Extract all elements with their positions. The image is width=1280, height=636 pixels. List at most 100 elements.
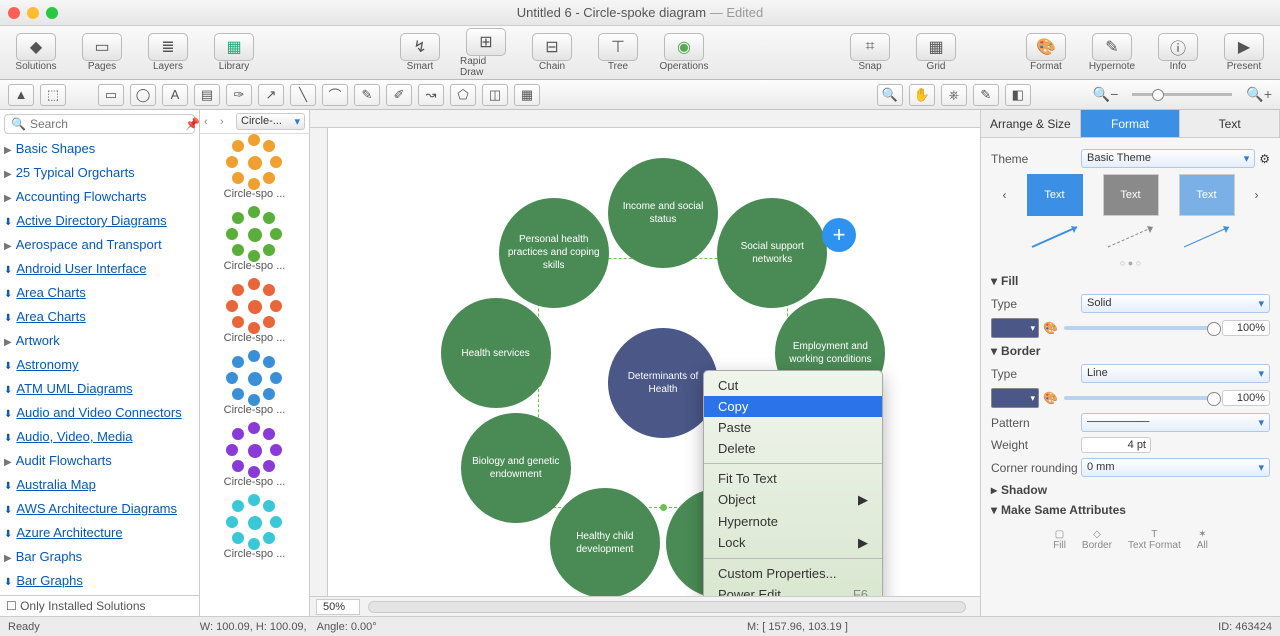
h-scrollbar[interactable] [368, 601, 966, 613]
border-color-swatch[interactable]: ▾ [991, 388, 1039, 408]
border-section[interactable]: ▾ Border [991, 344, 1270, 358]
msa-fill-button[interactable]: ▢Fill [1053, 529, 1066, 551]
library-item[interactable]: ⬇ATM UML Diagrams [4, 378, 195, 402]
connector-tool[interactable]: ↝ [418, 84, 444, 106]
library-dropdown[interactable]: Circle-...▾ [236, 113, 305, 130]
shape-thumbnail[interactable]: Circle-spo ... [204, 282, 305, 344]
fill-color-swatch[interactable]: ▾ [991, 318, 1039, 338]
arrow-tool[interactable]: ↗ [258, 84, 284, 106]
tree-button[interactable]: ⊤Tree [592, 33, 644, 72]
text-tool[interactable]: A [162, 84, 188, 106]
library-item[interactable]: ▶Aerospace and Transport [4, 234, 195, 258]
diagram-node[interactable]: Income and social status [608, 158, 718, 268]
hypernote-button[interactable]: ✎Hypernote [1086, 33, 1138, 72]
canvas[interactable]: Income and social statusSocial support n… [310, 110, 980, 616]
border-type-dropdown[interactable]: Line▾ [1081, 364, 1270, 383]
info-button[interactable]: ⓘInfo [1152, 33, 1204, 72]
diagram-node[interactable]: Social support networks [717, 198, 827, 308]
smart-button[interactable]: ↯Smart [394, 33, 446, 72]
shape-thumbnail[interactable]: Circle-spo ... [204, 210, 305, 272]
present-button[interactable]: ▶Present [1218, 33, 1270, 72]
library-item[interactable]: ▶Audit Flowcharts [4, 450, 195, 474]
shadow-section[interactable]: ▸ Shadow [991, 483, 1270, 497]
menu-lock[interactable]: Lock▶ [704, 532, 882, 554]
shape-thumbnail[interactable]: Circle-spo ... [204, 498, 305, 560]
diagram-center-node[interactable]: Determinants of Health [608, 328, 718, 438]
diagram-node[interactable]: Personal health practices and coping ski… [499, 198, 609, 308]
tab-format[interactable]: Format [1081, 110, 1181, 137]
library-item[interactable]: ⬇Australia Map [4, 474, 195, 498]
library-item[interactable]: ⬇Audio and Video Connectors [4, 402, 195, 426]
library-item[interactable]: ▶Bar Graphs [4, 546, 195, 570]
search-input[interactable] [30, 117, 185, 131]
prev-style-icon[interactable]: ‹ [1003, 188, 1007, 202]
crop-tool[interactable]: ◫ [482, 84, 508, 106]
menu-delete[interactable]: Delete [704, 438, 882, 459]
pattern-dropdown[interactable]: ────────▾ [1081, 413, 1270, 432]
shape-thumbnail[interactable]: Circle-spo ... [204, 426, 305, 488]
library-item[interactable]: ▶Artwork [4, 330, 195, 354]
menu-copy[interactable]: Copy [704, 396, 882, 417]
border-opacity-slider[interactable] [1064, 396, 1216, 400]
eraser-tool[interactable]: ◧ [1005, 84, 1031, 106]
prev-library-button[interactable]: ‹ [204, 116, 220, 128]
layers-button[interactable]: ≣Layers [142, 33, 194, 72]
msa-all-button[interactable]: ✶All [1197, 529, 1208, 551]
pan-tool[interactable]: ✋ [909, 84, 935, 106]
library-item[interactable]: ▶Accounting Flowcharts [4, 186, 195, 210]
textbox-tool[interactable]: ▤ [194, 84, 220, 106]
library-item[interactable]: ⬇Azure Architecture [4, 522, 195, 546]
add-node-button[interactable]: + [822, 218, 856, 252]
diagram-node[interactable]: Healthy child development [550, 488, 660, 598]
library-item[interactable]: ⬇Android User Interface [4, 258, 195, 282]
arc-tool[interactable]: ⌒ [322, 84, 348, 106]
pages-button[interactable]: ▭Pages [76, 33, 128, 72]
menu-hypernote[interactable]: Hypernote [704, 511, 882, 532]
grid-button[interactable]: ▦Grid [910, 33, 962, 72]
shape-thumbnail[interactable]: Circle-spo ... [204, 354, 305, 416]
fill-type-dropdown[interactable]: Solid▾ [1081, 294, 1270, 313]
close-icon[interactable] [8, 7, 20, 19]
zoom-slider[interactable] [1132, 93, 1232, 96]
search-field[interactable]: 🔍 📌 [4, 114, 195, 134]
zoom-out-icon[interactable]: 🔍− [1093, 86, 1119, 103]
style-preset-2[interactable]: Text [1103, 174, 1159, 216]
library-item[interactable]: ⬇Astronomy [4, 354, 195, 378]
pointer-tool[interactable]: ▲ [8, 84, 34, 106]
library-button[interactable]: ▦Library [208, 33, 260, 72]
snap-button[interactable]: ⌗Snap [844, 33, 896, 72]
menu-custom-properties[interactable]: Custom Properties... [704, 563, 882, 584]
zoom-in-icon[interactable]: 🔍+ [1246, 86, 1272, 103]
library-item[interactable]: ⬇Bar Graphs [4, 570, 195, 594]
menu-fit-to-text[interactable]: Fit To Text [704, 468, 882, 489]
pin-icon[interactable]: 📌 [185, 117, 200, 131]
brush-tool[interactable]: ✐ [386, 84, 412, 106]
library-item[interactable]: ⬇AWS Architecture Diagrams [4, 498, 195, 522]
fill-opacity-value[interactable]: 100% [1222, 320, 1270, 336]
rapid-draw-button[interactable]: ⊞Rapid Draw [460, 28, 512, 78]
eyedropper-tool[interactable]: ✎ [973, 84, 999, 106]
library-item[interactable]: ⬇Active Directory Diagrams [4, 210, 195, 234]
canvas-body[interactable]: Income and social statusSocial support n… [328, 128, 980, 596]
msa-border-button[interactable]: ◇Border [1082, 529, 1112, 551]
weight-field[interactable]: 4 pt [1081, 437, 1151, 453]
menu-paste[interactable]: Paste [704, 417, 882, 438]
make-same-section[interactable]: ▾ Make Same Attributes [991, 503, 1270, 517]
next-style-icon[interactable]: › [1255, 188, 1259, 202]
pencil-tool[interactable]: ✎ [354, 84, 380, 106]
zoom-tool[interactable]: 🔍 [877, 84, 903, 106]
zoom-dropdown[interactable]: 50% [316, 599, 360, 615]
tab-arrange[interactable]: Arrange & Size [981, 110, 1081, 137]
msa-text-button[interactable]: TText Format [1128, 529, 1181, 551]
zoom-icon[interactable] [46, 7, 58, 19]
format-button[interactable]: 🎨Format [1020, 33, 1072, 72]
operations-button[interactable]: ◉Operations [658, 33, 710, 72]
rect-tool[interactable]: ▭ [98, 84, 124, 106]
gear-icon[interactable]: ⚙ [1259, 152, 1270, 166]
solutions-button[interactable]: ◆Solutions [10, 33, 62, 72]
fill-section[interactable]: ▾ Fill [991, 274, 1270, 288]
library-item[interactable]: ▶25 Typical Orgcharts [4, 162, 195, 186]
only-installed-checkbox[interactable]: ☐ Only Installed Solutions [0, 595, 199, 616]
library-item[interactable]: ▶Basic Shapes [4, 138, 195, 162]
ellipse-tool[interactable]: ◯ [130, 84, 156, 106]
